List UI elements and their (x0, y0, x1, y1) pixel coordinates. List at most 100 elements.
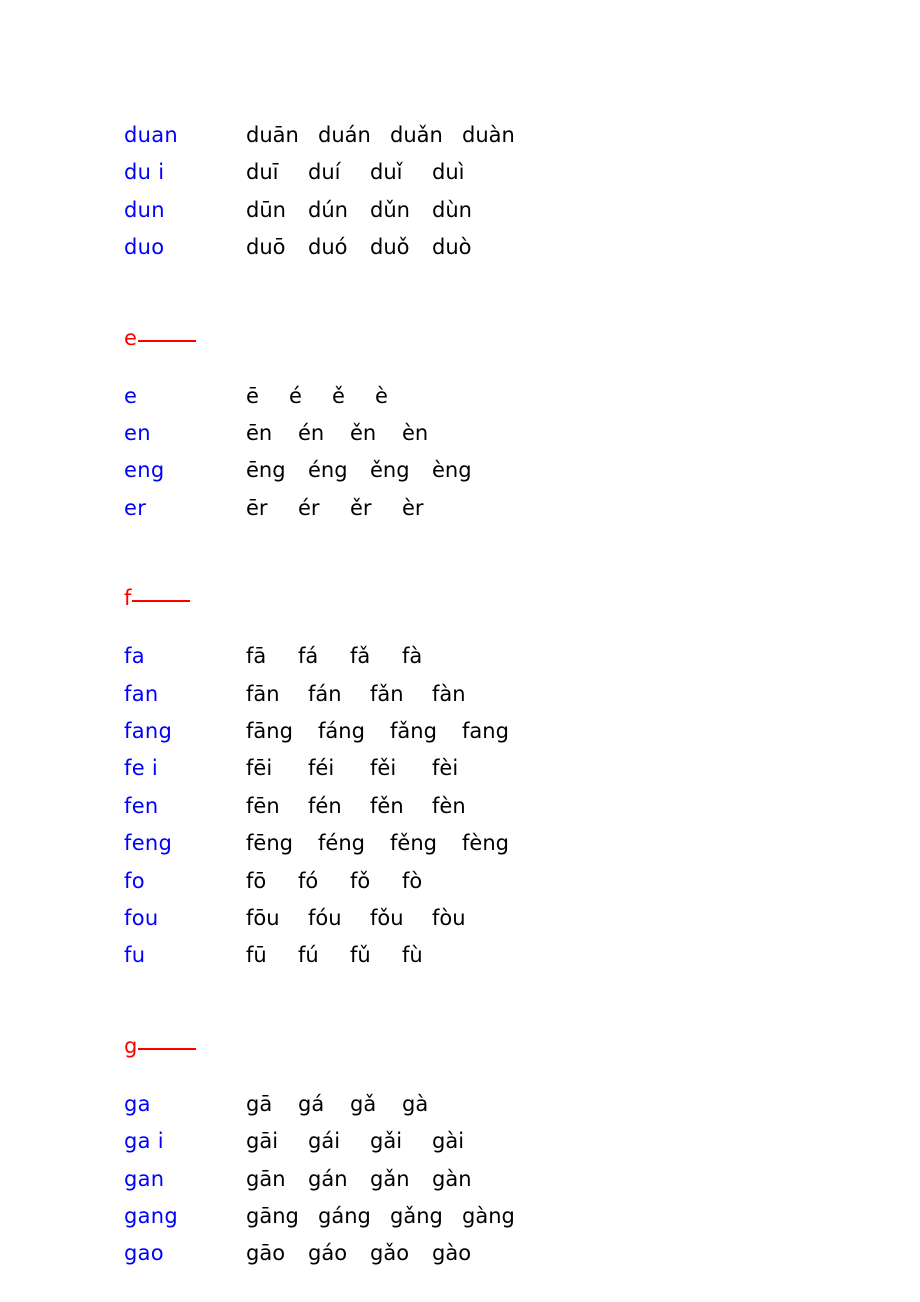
tone-variants: fū fú fǔ fù (246, 942, 454, 968)
tone-variants: fēi féi fěi fèi (246, 755, 494, 781)
toned-syllable: duí (308, 160, 341, 185)
toned-syllable: fú (298, 943, 319, 968)
tone-variants: duī duí duǐ duì (246, 159, 494, 185)
final-label: fo (124, 868, 145, 893)
toned-syllable: fang (462, 719, 509, 743)
toned-syllable: gān (246, 1166, 286, 1191)
toned-syllable: fēi (246, 756, 273, 781)
toned-syllable: gāo (246, 1241, 286, 1266)
toned-syllable: fǒu (370, 906, 404, 930)
section-divider-rule (138, 1047, 197, 1050)
toned-syllable: fóu (308, 906, 342, 930)
toned-syllable: ěn (350, 421, 377, 445)
final-label: feng (124, 831, 173, 856)
toned-syllable: fà (402, 644, 423, 669)
toned-syllable: ēn (246, 421, 273, 445)
toned-syllable: fō (246, 868, 267, 893)
final-label: eng (124, 458, 165, 483)
toned-syllable: gái (308, 1129, 341, 1154)
toned-syllable: fēn (246, 793, 280, 818)
toned-syllable: gài (432, 1129, 465, 1154)
syllable-row: gan gān gán gǎn gàn (0, 1166, 920, 1196)
toned-syllable: fán (308, 681, 342, 706)
toned-syllable: gā (246, 1091, 273, 1116)
syllable-row: fang fāng fáng fǎng fang (0, 718, 920, 748)
toned-syllable: duān (246, 123, 299, 147)
syllable-row: fu fū fú fǔ fù (0, 942, 920, 972)
syllable-row: du i duī duí duǐ duì (0, 159, 920, 189)
syllable-row: fou fōu fóu fǒu fòu (0, 905, 920, 935)
tone-variants: fān fán fǎn fàn (246, 681, 494, 707)
toned-syllable: duī (246, 160, 279, 185)
toned-syllable: duō (246, 235, 286, 260)
toned-syllable: duǐ (370, 160, 403, 185)
toned-syllable: gà (402, 1091, 429, 1116)
toned-syllable: èr (402, 495, 424, 520)
toned-syllable: èng (432, 458, 472, 483)
toned-syllable: fó (298, 868, 319, 893)
toned-syllable: duǒ (370, 235, 410, 260)
tone-variants: fēng féng fěng fèng (246, 830, 534, 856)
toned-syllable: dùn (432, 197, 472, 222)
toned-syllable: éng (308, 458, 348, 483)
syllable-row: ga i gāi gái gǎi gài (0, 1128, 920, 1158)
final-label: dun (124, 197, 165, 222)
toned-syllable: fòu (432, 906, 466, 930)
toned-syllable: gǎng (390, 1204, 443, 1228)
final-label: duan (124, 123, 179, 147)
toned-syllable: ē (246, 383, 259, 408)
final-label: er (124, 495, 147, 520)
tone-variants: gāo gáo gǎo gào (246, 1240, 494, 1266)
syllable-row: eēéěè (0, 383, 920, 413)
toned-syllable: fèi (432, 756, 459, 781)
final-label: fan (124, 681, 159, 706)
syllable-row: gao gāo gáo gǎo gào (0, 1240, 920, 1270)
toned-syllable: fǎ (350, 644, 371, 669)
tone-variants: gāng gáng gǎng gàng (246, 1203, 534, 1229)
toned-syllable: gáo (308, 1241, 348, 1266)
toned-syllable: ě (332, 383, 345, 408)
section-divider-rule (137, 339, 196, 342)
tone-variants: fōu fóu fǒu fòu (246, 905, 494, 931)
toned-syllable: fǎn (370, 681, 404, 706)
final-label: gan (124, 1166, 165, 1191)
toned-syllable: féi (308, 756, 335, 781)
section-header-e: e (124, 325, 196, 355)
toned-syllable: gáng (318, 1204, 371, 1228)
syllable-row: eng ēng éng ěng èng (0, 457, 920, 487)
toned-syllable: gǎi (370, 1129, 403, 1154)
final-label: fu (124, 943, 146, 968)
toned-syllable: fēng (246, 831, 293, 856)
syllable-row: en ēn én ěn èn (0, 420, 920, 450)
tone-variants: fēn fén fěn fèn (246, 793, 494, 819)
toned-syllable: èn (402, 421, 429, 445)
section-header-f: f (124, 585, 191, 615)
toned-syllable: fèng (462, 831, 509, 856)
final-label: fang (124, 719, 173, 743)
final-label: fou (124, 906, 159, 930)
toned-syllable: fěng (390, 831, 437, 856)
toned-syllable: ěr (350, 495, 372, 520)
section-header-g: g (124, 1033, 197, 1063)
final-label: gang (124, 1204, 179, 1228)
toned-syllable: fù (402, 943, 423, 968)
tone-variants: fā fá fǎ fà (246, 643, 454, 669)
toned-syllable: fáng (318, 719, 365, 743)
final-label: duo (124, 235, 165, 260)
tone-variants: ēn én ěn èn (246, 420, 454, 446)
syllable-row: fe i fēi féi fěi fèi (0, 755, 920, 785)
toned-syllable: fā (246, 644, 267, 669)
tone-variants: gān gán gǎn gàn (246, 1166, 494, 1192)
syllable-row: duan duān duán duǎn duàn (0, 122, 920, 152)
syllable-row: feng fēng féng fěng fèng (0, 830, 920, 860)
toned-syllable: gá (298, 1091, 325, 1116)
toned-syllable: fān (246, 681, 280, 706)
toned-syllable: gàn (432, 1166, 472, 1191)
toned-syllable: gāng (246, 1204, 299, 1228)
toned-syllable: é (289, 383, 302, 408)
toned-syllable: fò (402, 868, 423, 893)
final-label: du i (124, 160, 165, 185)
toned-syllable: gāi (246, 1129, 279, 1154)
toned-syllable: gǎn (370, 1166, 410, 1191)
toned-syllable: féng (318, 831, 365, 856)
